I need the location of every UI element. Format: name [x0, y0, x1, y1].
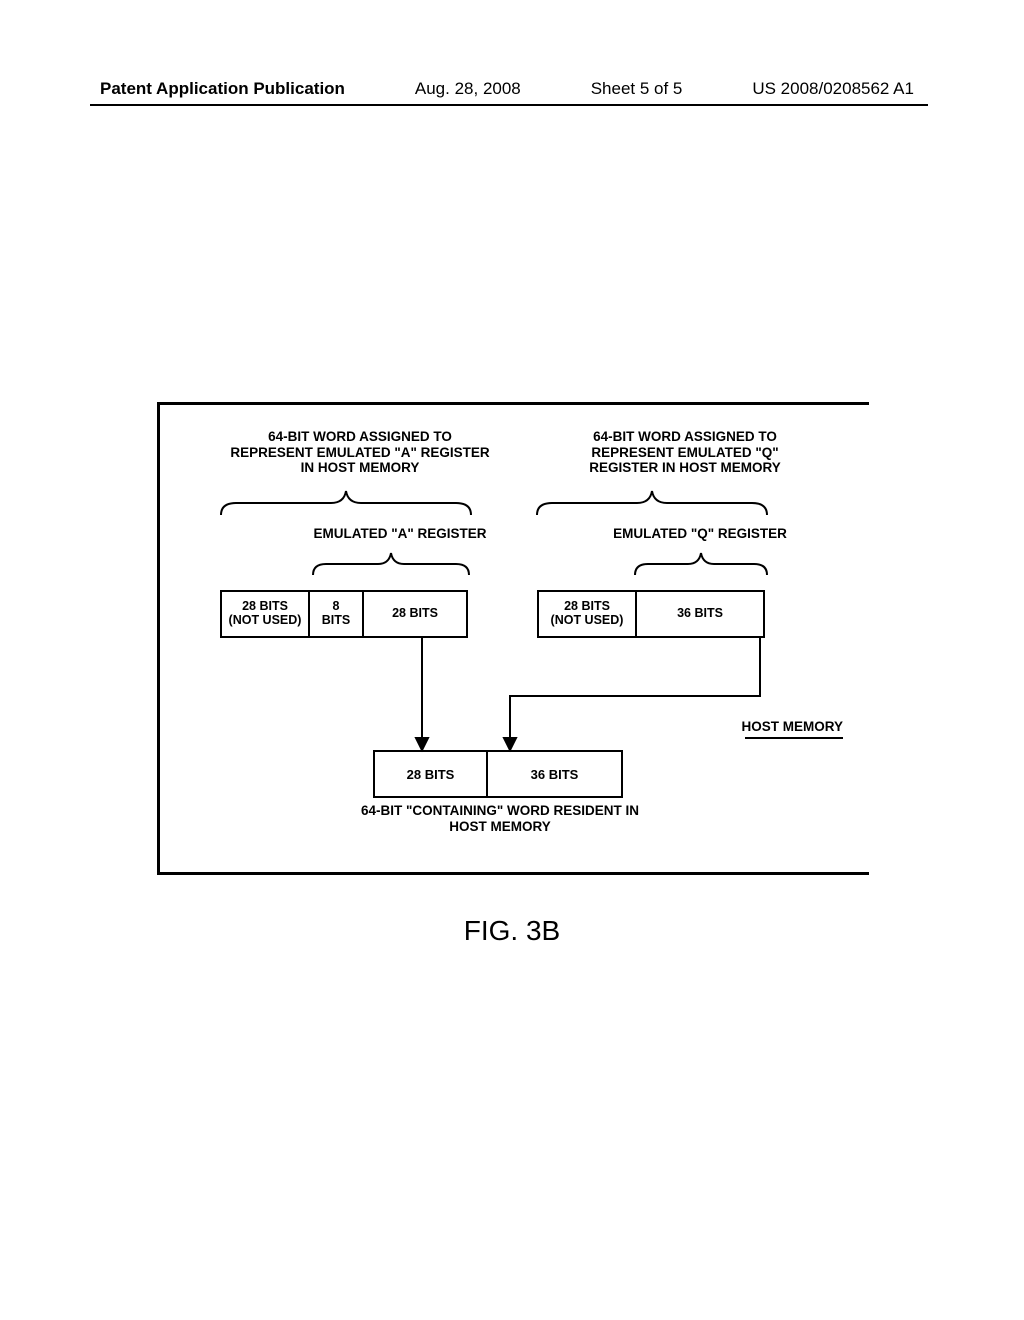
containing-word-row: 28 BITS 36 BITS: [373, 750, 623, 798]
register-q-row: 28 BITS (NOT USED) 36 BITS: [537, 590, 765, 638]
figure-frame: 64-BIT WORD ASSIGNED TO REPRESENT EMULAT…: [157, 402, 869, 875]
header-rule: [90, 104, 928, 106]
brace-q-inner: [630, 549, 772, 577]
reg-q-unused: 28 BITS (NOT USED): [537, 590, 637, 638]
register-a-row: 28 BITS (NOT USED) 8 BITS 28 BITS: [220, 590, 468, 638]
figure-label: FIG. 3B: [0, 915, 1024, 947]
publication-date: Aug. 28, 2008: [415, 79, 521, 99]
label-host-memory: HOST MEMORY: [741, 719, 843, 734]
label-a-word: 64-BIT WORD ASSIGNED TO REPRESENT EMULAT…: [230, 429, 490, 476]
brace-a-inner: [308, 549, 474, 577]
arrow-a-to-containing: [412, 638, 432, 753]
publication-type: Patent Application Publication: [100, 79, 345, 99]
containing-28bits: 28 BITS: [373, 750, 488, 798]
reg-a-8bits: 8 BITS: [310, 590, 364, 638]
publication-number: US 2008/0208562 A1: [752, 79, 914, 99]
reg-a-unused: 28 BITS (NOT USED): [220, 590, 310, 638]
arrow-q-to-containing: [500, 638, 780, 753]
host-memory-underline: [745, 737, 843, 739]
brace-a-outer: [216, 487, 476, 517]
sheet-number: Sheet 5 of 5: [591, 79, 683, 99]
containing-36bits: 36 BITS: [488, 750, 623, 798]
page-header: Patent Application Publication Aug. 28, …: [0, 79, 1024, 99]
label-a-register: EMULATED "A" REGISTER: [300, 526, 500, 541]
label-q-word: 64-BIT WORD ASSIGNED TO REPRESENT EMULAT…: [555, 429, 815, 476]
reg-a-28bits: 28 BITS: [364, 590, 468, 638]
label-q-register: EMULATED "Q" REGISTER: [600, 526, 800, 541]
brace-q-outer: [532, 487, 772, 517]
label-containing-word: 64-BIT "CONTAINING" WORD RESIDENT IN HOS…: [360, 803, 640, 834]
reg-q-36bits: 36 BITS: [637, 590, 765, 638]
